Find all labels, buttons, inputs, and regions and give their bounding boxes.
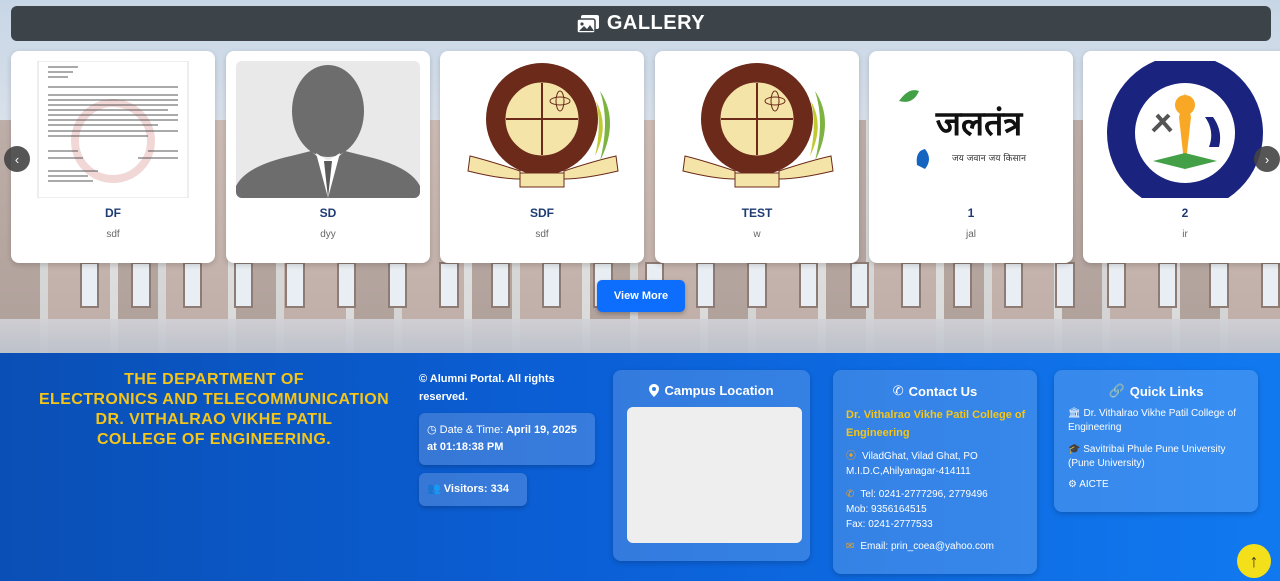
map-marker-icon — [649, 384, 660, 397]
map-marker-icon: ⦿ — [846, 451, 856, 462]
gallery-card[interactable]: जलतंत्र जय जवान जय किसान 1 jal — [869, 51, 1073, 263]
person-silhouette-icon — [236, 61, 420, 198]
clock-icon: ◷ — [427, 424, 437, 436]
visitors-count: Visitors: 334 — [443, 483, 509, 495]
gallery-title: GALLERY — [606, 12, 706, 34]
gallery-card-desc: jal — [965, 229, 976, 240]
department-line: COLLEGE OF ENGINEERING. — [96, 431, 332, 448]
college-emblem-logo — [467, 63, 619, 188]
campus-location-box: Campus Location — [613, 370, 810, 561]
vocational-emblem-logo — [1107, 61, 1263, 198]
department-title: THE DEPARTMENT OF ELECTRONICS AND TELECO… — [14, 370, 414, 450]
contact-email[interactable]: ✉ Email: prin_coea@yahoo.com — [846, 539, 1028, 554]
contact-address: ⦿ ViladGhat, Vilad Ghat, PO M.I.D.C,Ahily… — [846, 449, 1028, 479]
gallery-card-image: जलतंत्र जय जवान जय किसान — [879, 61, 1063, 198]
graduation-cap-icon: 🎓 — [1068, 444, 1081, 455]
gallery-card-title: TEST — [741, 206, 773, 220]
quick-link-aicte-text[interactable]: AICTE — [1079, 479, 1108, 490]
campus-location-heading: Campus Location — [613, 383, 810, 398]
quick-link-university[interactable]: 🎓 Savitribai Phule Pune University (Pune… — [1068, 443, 1250, 471]
quick-links-label: Quick Links — [1129, 383, 1204, 399]
visitors-box: 👥 Visitors: 334 — [419, 473, 527, 506]
footer: THE DEPARTMENT OF ELECTRONICS AND TELECO… — [0, 353, 1280, 581]
quick-link-college[interactable]: 🏛 Dr. Vithalrao Vikhe Patil College of E… — [1068, 407, 1250, 435]
gallery-card[interactable]: SDF sdf — [440, 51, 644, 263]
quick-links-box: 🔗 Quick Links 🏛 Dr. Vithalrao Vikhe Pati… — [1054, 370, 1258, 512]
jaltantra-text: जलतंत्र — [935, 104, 1024, 144]
contact-college-name: Dr. Vithalrao Vikhe Patil College of Eng… — [846, 409, 1026, 439]
jaltantra-tagline: जय जवान जय किसान — [952, 152, 1027, 164]
carousel-prev-button[interactable]: ‹ — [4, 146, 30, 172]
gallery-card-image — [1093, 61, 1277, 198]
contact-label: Contact Us — [908, 383, 978, 399]
contact-box: ✆ Contact Us Dr. Vithalrao Vikhe Patil C… — [833, 370, 1037, 574]
gallery-header: GALLERY — [11, 6, 1271, 41]
campus-map-embed[interactable] — [627, 407, 802, 543]
envelope-icon: ✉ — [846, 541, 855, 552]
gallery-card-image — [450, 61, 634, 198]
contact-heading: ✆ Contact Us — [833, 383, 1037, 399]
gallery-card-title: 2 — [1181, 206, 1189, 220]
gallery-card-image — [236, 61, 420, 198]
contact-phone: ✆ Tel: 0241-2777296, 2779496 Mob: 9356164… — [846, 487, 1028, 532]
address-text: ViladGhat, Vilad Ghat, PO M.I.D.C,Ahilya… — [846, 451, 978, 477]
gallery-card-image — [21, 61, 205, 198]
gallery-card-image — [665, 61, 849, 198]
gallery-card-desc: sdf — [535, 229, 549, 240]
gallery-card-title: SDF — [530, 206, 554, 220]
department-line: THE DEPARTMENT OF — [124, 371, 304, 388]
certificate-thumbnail — [37, 61, 189, 198]
cogs-icon: ⚙ — [1068, 479, 1077, 490]
phone-icon: ✆ — [846, 489, 855, 500]
datetime-label: Date & Time: — [439, 424, 504, 436]
mob-text: Mob: 9356164515 — [846, 504, 927, 515]
institution-icon: 🏛 — [1068, 408, 1081, 419]
gallery-card-desc: dyy — [320, 229, 336, 240]
quick-link-university-text[interactable]: Savitribai Phule Pune University (Pune U… — [1068, 444, 1226, 469]
datetime-box: ◷ Date & Time: April 19, 2025 at 01:18:3… — [419, 413, 595, 465]
fax-text: Fax: 0241-2777533 — [846, 519, 933, 530]
gallery-card[interactable]: 2 ir — [1083, 51, 1280, 263]
link-icon: 🔗 — [1108, 383, 1125, 398]
scroll-to-top-button[interactable]: ↑ — [1237, 544, 1271, 578]
quick-link-aicte[interactable]: ⚙ AICTE — [1068, 478, 1250, 492]
campus-location-label: Campus Location — [664, 383, 774, 398]
gallery-card-desc: w — [753, 229, 761, 240]
gallery-card[interactable]: DF sdf — [11, 51, 215, 263]
quick-link-college-text[interactable]: Dr. Vithalrao Vikhe Patil College of Eng… — [1068, 408, 1236, 433]
gallery-card-title: SD — [319, 206, 337, 220]
email-text[interactable]: Email: prin_coea@yahoo.com — [860, 541, 994, 552]
gallery-card-title: 1 — [967, 206, 975, 220]
gallery-card-desc: ir — [1182, 229, 1188, 240]
copyright-text: © Alumni Portal. All rights reserved. — [419, 373, 555, 403]
gallery-card-title: DF — [105, 206, 121, 220]
users-icon: 👥 — [427, 483, 441, 495]
quick-links-heading: 🔗 Quick Links — [1054, 383, 1258, 399]
tel-text: Tel: 0241-2777296, 2779496 — [860, 489, 988, 500]
department-line: DR. VITHALRAO VIKHE PATIL — [95, 411, 333, 428]
view-more-button[interactable]: View More — [597, 280, 685, 312]
gallery-card-desc: sdf — [106, 229, 120, 240]
gallery-card[interactable]: SD dyy — [226, 51, 430, 263]
gallery-card[interactable]: TEST w — [655, 51, 859, 263]
phone-icon: ✆ — [892, 383, 904, 398]
department-line: ELECTRONICS AND TELECOMMUNICATION — [38, 391, 390, 408]
jaltantra-logo: जलतंत्र जय जवान जय किसान — [899, 90, 1027, 169]
carousel-next-button[interactable]: › — [1254, 146, 1280, 172]
images-icon — [576, 14, 599, 33]
college-emblem-logo — [682, 63, 834, 188]
